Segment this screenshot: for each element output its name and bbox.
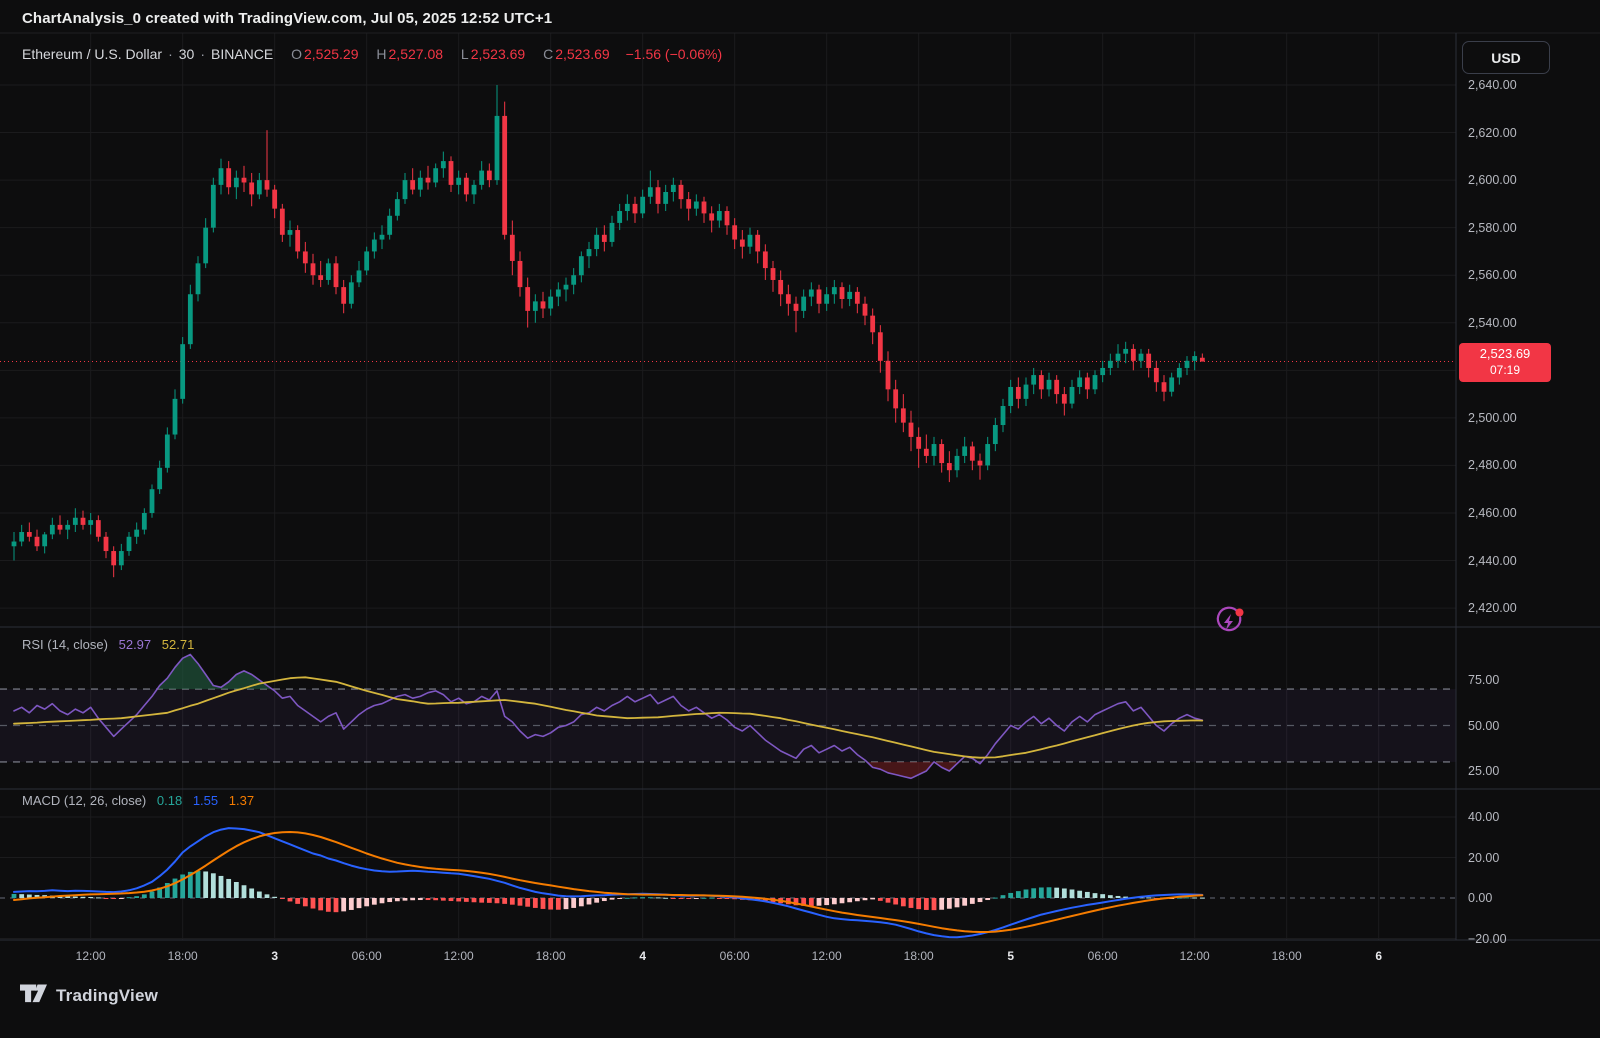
price-axis-label: 2,540.00 (1468, 316, 1517, 330)
price-axis-label: 2,420.00 (1468, 601, 1517, 615)
chart-canvas[interactable] (0, 0, 1600, 1038)
macd-axis-label: 40.00 (1468, 810, 1499, 824)
flash-boost-icon[interactable] (1213, 606, 1245, 643)
rsi-axis-label: 75.00 (1468, 673, 1499, 687)
open-value: 2,525.29 (304, 46, 359, 62)
time-axis-label: 06:00 (720, 949, 750, 963)
currency-toggle-button[interactable]: USD (1462, 41, 1550, 74)
low-value: 2,523.69 (471, 46, 526, 62)
price-axis-label: 2,480.00 (1468, 458, 1517, 472)
time-axis-label: 4 (639, 949, 646, 963)
time-axis-label: 6 (1375, 949, 1382, 963)
rsi-ma-value: 52.71 (162, 637, 195, 652)
interval-label[interactable]: 30 (179, 46, 195, 62)
time-axis-label: 18:00 (536, 949, 566, 963)
time-axis-label: 3 (271, 949, 278, 963)
macd-value: 1.55 (193, 793, 218, 808)
time-axis-label: 06:00 (1088, 949, 1118, 963)
time-axis-label: 18:00 (1272, 949, 1302, 963)
price-axis-label: 2,600.00 (1468, 173, 1517, 187)
price-axis-label: 2,460.00 (1468, 506, 1517, 520)
macd-axis-label: −20.00 (1468, 932, 1507, 946)
change-value: −1.56 (−0.06%) (626, 46, 723, 62)
last-price-value: 2,523.69 (1459, 346, 1551, 362)
macd-signal-value: 1.37 (229, 793, 254, 808)
rsi-axis-label: 50.00 (1468, 719, 1499, 733)
rsi-value: 52.97 (119, 637, 152, 652)
tradingview-logo-icon (20, 984, 47, 1008)
price-axis-label: 2,500.00 (1468, 411, 1517, 425)
time-axis-label: 12:00 (1180, 949, 1210, 963)
price-axis-label: 2,440.00 (1468, 554, 1517, 568)
time-axis-label: 18:00 (904, 949, 934, 963)
time-axis-label: 12:00 (76, 949, 106, 963)
time-axis-label: 5 (1007, 949, 1014, 963)
macd-axis-label: 0.00 (1468, 891, 1492, 905)
close-label: C (543, 46, 553, 62)
macd-label[interactable]: MACD (12, 26, close) (22, 793, 146, 808)
price-axis-label: 2,560.00 (1468, 268, 1517, 282)
tradingview-logo-text: TradingView (56, 986, 158, 1006)
price-axis-label: 2,620.00 (1468, 126, 1517, 140)
rsi-label[interactable]: RSI (14, close) (22, 637, 108, 652)
last-price-badge[interactable]: 2,523.69 07:19 (1459, 343, 1551, 382)
rsi-axis-label: 25.00 (1468, 764, 1499, 778)
bar-countdown: 07:19 (1459, 362, 1551, 378)
time-axis-label: 18:00 (168, 949, 198, 963)
price-axis-label: 2,580.00 (1468, 221, 1517, 235)
symbol-name[interactable]: Ethereum / U.S. Dollar (22, 46, 162, 62)
page-title: ChartAnalysis_0 created with TradingView… (22, 10, 552, 27)
high-label: H (376, 46, 386, 62)
tradingview-chart-window: ChartAnalysis_0 created with TradingView… (0, 0, 1600, 1038)
macd-header: MACD (12, 26, close) 0.18 1.55 1.37 (22, 793, 261, 808)
high-value: 2,527.08 (389, 46, 444, 62)
symbol-header: Ethereum / U.S. Dollar·30·BINANCE O2,525… (22, 46, 722, 62)
open-label: O (291, 46, 302, 62)
low-label: L (461, 46, 469, 62)
macd-axis-label: 20.00 (1468, 851, 1499, 865)
price-axis-label: 2,640.00 (1468, 78, 1517, 92)
exchange-label: BINANCE (211, 46, 273, 62)
time-axis-label: 06:00 (352, 949, 382, 963)
tradingview-logo[interactable]: TradingView (20, 984, 158, 1008)
close-value: 2,523.69 (555, 46, 610, 62)
macd-hist-value: 0.18 (157, 793, 182, 808)
time-axis-label: 12:00 (444, 949, 474, 963)
time-axis-label: 12:00 (812, 949, 842, 963)
rsi-header: RSI (14, close) 52.97 52.71 (22, 637, 201, 652)
